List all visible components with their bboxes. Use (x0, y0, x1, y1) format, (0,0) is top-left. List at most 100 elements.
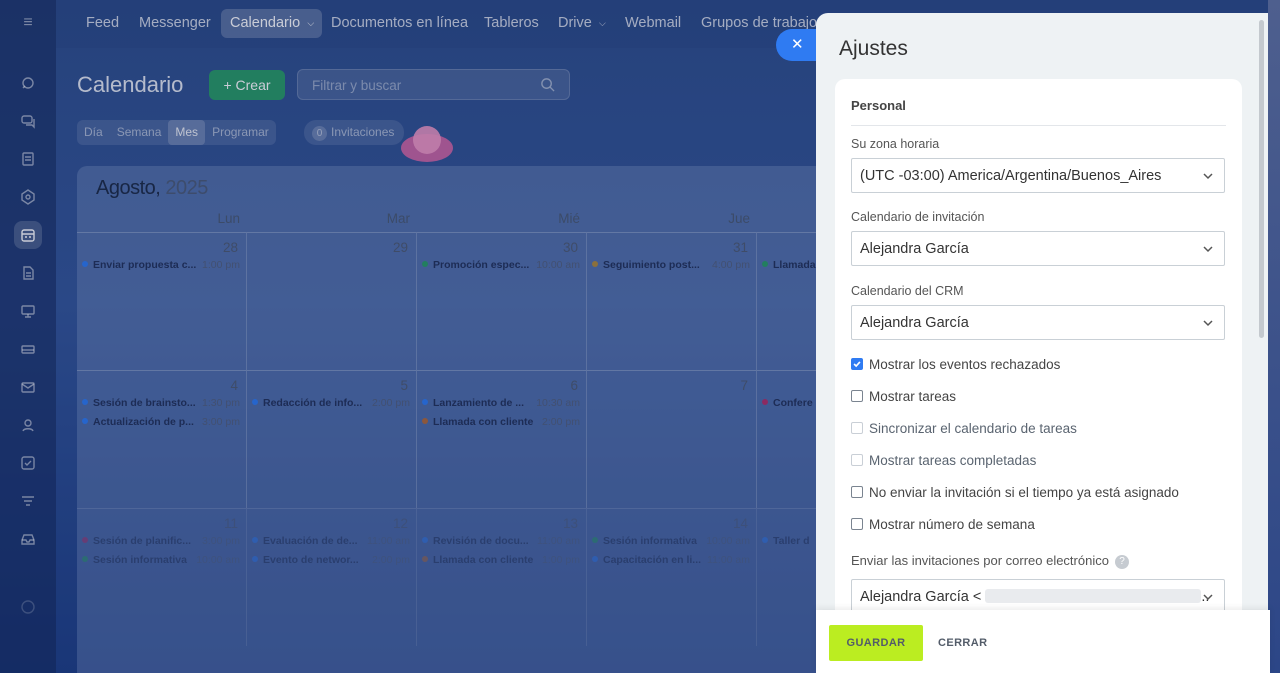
calendar-day-cell[interactable]: 14 Sesión informativa 10:00 am Capacitación… (587, 508, 757, 646)
calendar-day-cell[interactable]: 5 Redacción de info... 2:00 pm (247, 370, 417, 508)
calendar-day-cell[interactable]: 11 Sesión de planific... 3:00 pm Sesión inf… (77, 508, 247, 646)
invite-calendar-select[interactable]: Alejandra García (851, 231, 1225, 266)
event-color-dot (422, 261, 428, 267)
checkbox[interactable] (851, 390, 863, 402)
event-name: Seguimiento post... (603, 259, 700, 271)
calendar-day-cell[interactable]: 13 Revisión de docu... 11:00 am Llamada con… (417, 508, 587, 646)
inbox-icon[interactable] (14, 525, 42, 553)
checkbox-checked[interactable] (851, 358, 863, 370)
calendar-event[interactable]: Sesión de brainsto... 1:30 pm (82, 397, 240, 411)
close-button[interactable]: CERRAR (938, 625, 987, 661)
nav-messenger[interactable]: Messenger (130, 9, 220, 38)
calendar-day-cell[interactable]: 7 (587, 370, 757, 508)
calendar-day-cell[interactable]: 12 Evaluación de de... 11:00 am Evento de n… (247, 508, 417, 646)
email-value: Alejandra García <.. (860, 589, 1209, 605)
view-day[interactable]: Día (77, 120, 110, 145)
chat-icon[interactable] (14, 107, 42, 135)
event-color-dot (422, 556, 428, 562)
nav-feed[interactable]: Feed (77, 9, 128, 38)
event-color-dot (82, 537, 88, 543)
dow-thu: Jue (728, 211, 750, 226)
checkbox (851, 454, 863, 466)
nav-calendar[interactable]: Calendario ⌵ (221, 9, 323, 38)
feed-icon[interactable] (14, 69, 42, 97)
calendar-event[interactable]: Evaluación de de... 11:00 am (252, 535, 410, 549)
calendar-event[interactable]: Seguimiento post... 4:00 pm (592, 259, 750, 273)
day-number: 29 (392, 240, 408, 255)
help-icon[interactable] (14, 593, 42, 621)
calendar-event[interactable]: Sesión informativa 10:00 am (82, 554, 240, 568)
filter-icon[interactable] (14, 487, 42, 515)
view-week[interactable]: Semana (110, 120, 169, 145)
contacts-icon[interactable] (14, 411, 42, 439)
nav-drive[interactable]: Drive ⌵ (549, 9, 614, 38)
event-time: 1:00 pm (202, 259, 240, 271)
settings-icon[interactable] (14, 183, 42, 211)
calendar-event[interactable]: Capacitación en li... 11:00 am (592, 554, 750, 568)
checkbox-row[interactable]: Mostrar tareas (851, 389, 956, 405)
nav-calendar-label: Calendario (230, 15, 301, 31)
checkbox-row[interactable]: No enviar la invitación si el tiempo ya … (851, 485, 1179, 501)
day-number: 14 (732, 516, 748, 531)
nav-webmail[interactable]: Webmail (616, 9, 690, 38)
day-number: 7 (740, 378, 748, 393)
timezone-select[interactable]: (UTC -03:00) America/Argentina/Buenos_Ai… (851, 158, 1225, 193)
save-button[interactable]: GUARDAR (829, 625, 923, 661)
checkbox[interactable] (851, 518, 863, 530)
search-input[interactable]: Filtrar y buscar (297, 69, 570, 100)
board-icon[interactable] (14, 297, 42, 325)
calendar-event[interactable]: Revisión de docu... 11:00 am (422, 535, 580, 549)
email-select[interactable]: Alejandra García <.. (851, 579, 1225, 614)
mail-icon[interactable] (14, 373, 42, 401)
view-month[interactable]: Mes (168, 120, 206, 145)
checkbox-row[interactable]: Mostrar número de semana (851, 517, 1035, 533)
chevron-down-icon (1203, 173, 1213, 180)
event-name: Llamada con cliente (433, 416, 534, 428)
calendar-event[interactable]: Sesión informativa 10:00 am (592, 535, 750, 549)
nav-documents[interactable]: Documentos en línea (322, 9, 477, 38)
nav-boards[interactable]: Tableros (475, 9, 548, 38)
calendar-day-cell[interactable]: 28 Enviar propuesta c... 1:00 pm (77, 232, 247, 370)
calendar-event[interactable]: Promoción espec... 10:00 am (422, 259, 580, 273)
event-color-dot (592, 556, 598, 562)
invitations-button[interactable]: 0 Invitaciones (304, 120, 405, 145)
search-icon[interactable] (540, 77, 555, 97)
close-panel-button[interactable]: ✕ (776, 29, 820, 61)
calendar-day-cell[interactable]: 31 Seguimiento post... 4:00 pm (587, 232, 757, 370)
drive-icon[interactable] (14, 335, 42, 363)
event-color-dot (762, 399, 768, 405)
calendar-event[interactable]: Llamada con cliente 1:00 pm (422, 554, 580, 568)
create-button[interactable]: + Crear (209, 70, 285, 100)
tasks-icon[interactable] (14, 449, 42, 477)
calendar-day-cell[interactable]: 29 (247, 232, 417, 370)
file-icon[interactable] (14, 259, 42, 287)
event-time: 2:00 pm (372, 554, 410, 566)
panel-scrollbar[interactable] (1259, 20, 1264, 338)
calendar-event[interactable]: Actualización de p... 3:00 pm (82, 416, 240, 430)
menu-icon[interactable]: ≡ (14, 9, 42, 37)
event-time: 10:30 am (536, 397, 580, 409)
checkbox-row[interactable]: Mostrar los eventos rechazados (851, 357, 1060, 373)
calendar-day-cell[interactable]: 30 Promoción espec... 10:00 am (417, 232, 587, 370)
calendar-event[interactable]: Evento de networ... 2:00 pm (252, 554, 410, 568)
event-color-dot (762, 261, 768, 267)
event-color-dot (592, 537, 598, 543)
calendar-event[interactable]: Enviar propuesta c... 1:00 pm (82, 259, 240, 273)
view-schedule[interactable]: Programar (205, 120, 276, 145)
calendar-icon[interactable] (14, 221, 42, 249)
event-time: 3:00 pm (202, 416, 240, 428)
calendar-event[interactable]: Sesión de planific... 3:00 pm (82, 535, 240, 549)
crm-calendar-select[interactable]: Alejandra García (851, 305, 1225, 340)
calendar-event[interactable]: Llamada con cliente 2:00 pm (422, 416, 580, 430)
event-color-dot (82, 418, 88, 424)
calendar-event[interactable]: Lanzamiento de ... 10:30 am (422, 397, 580, 411)
event-time: 4:00 pm (712, 259, 750, 271)
document-icon[interactable] (14, 145, 42, 173)
calendar-day-cell[interactable]: 4 Sesión de brainsto... 1:30 pm Actualizaci… (77, 370, 247, 508)
chevron-down-icon (1203, 246, 1213, 253)
checkbox-label: Mostrar los eventos rechazados (869, 357, 1061, 372)
help-icon[interactable]: ? (1114, 555, 1129, 569)
calendar-day-cell[interactable]: 6 Lanzamiento de ... 10:30 am Llamada con c… (417, 370, 587, 508)
checkbox[interactable] (851, 486, 863, 498)
calendar-event[interactable]: Redacción de info... 2:00 pm (252, 397, 410, 411)
